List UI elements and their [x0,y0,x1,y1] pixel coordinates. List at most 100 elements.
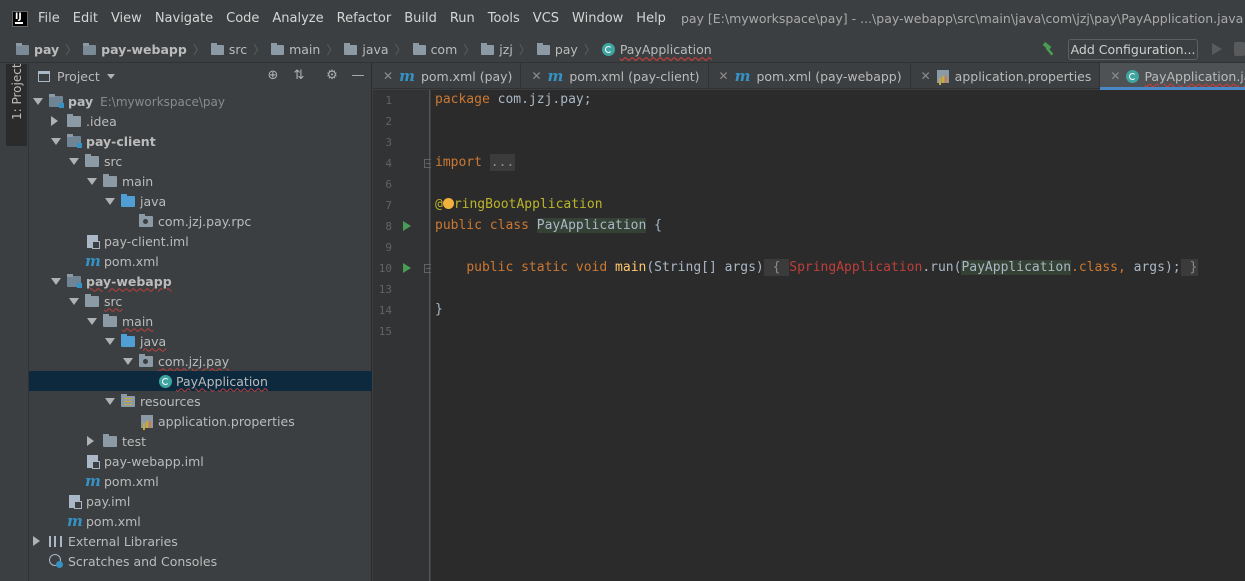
source-folder-icon [121,333,135,347]
menu-analyze[interactable]: Analyze [272,11,323,26]
tree-item-package[interactable]: com.jzj.pay [29,351,372,371]
tree-item-properties[interactable]: application.properties [29,411,372,431]
menu-refactor[interactable]: Refactor [337,11,392,26]
tree-item-src[interactable]: src [29,151,372,171]
tree-item-main[interactable]: main [29,171,372,191]
menu-run[interactable]: Run [450,11,475,26]
close-icon[interactable]: ✕ [383,69,393,83]
tree-item-pay-client[interactable]: pay-client [29,131,372,151]
expand-arrow-icon[interactable] [51,278,61,285]
tab-payapplication-java[interactable]: ✕ PayApplication.java [1100,63,1245,90]
tree-item-pom[interactable]: m pom.xml [29,511,372,531]
tree-item-iml-file[interactable]: pay-client.iml [29,231,372,251]
folded-body[interactable]: { [763,259,790,276]
expand-arrow-icon[interactable] [51,138,61,145]
close-icon[interactable]: ✕ [921,69,931,83]
folded-body[interactable]: } [1180,259,1199,276]
menu-navigate[interactable]: Navigate [155,11,213,26]
project-panel-title[interactable]: Project [57,69,100,84]
run-icon[interactable] [1212,43,1222,55]
hide-panel-icon[interactable]: — [351,69,365,83]
debug-icon[interactable] [1234,42,1245,56]
tree-item-external-libraries[interactable]: External Libraries [29,531,372,551]
tree-item-src[interactable]: src [29,291,372,311]
tab-pom-pay[interactable]: ✕ m pom.xml (pay) [373,63,522,89]
collapse-all-icon[interactable]: ⇅ [292,69,306,83]
project-tool-tab-label[interactable]: 1: Project [10,60,24,120]
tree-item-resources[interactable]: resources [29,391,372,411]
menu-help[interactable]: Help [636,11,666,26]
collapsed-arrow-icon[interactable] [87,436,94,446]
locate-target-icon[interactable]: ⊕ [266,69,280,83]
menu-window[interactable]: Window [572,11,623,26]
code-line[interactable]: public class PayApplication { [435,218,662,233]
tree-item-main[interactable]: main [29,311,372,331]
expand-arrow-icon[interactable] [69,158,79,165]
keyword: import [435,155,482,170]
menu-build[interactable]: Build [404,11,437,26]
tab-pom-pay-client[interactable]: ✕ m pom.xml (pay-client) [521,63,709,89]
tab-application-properties[interactable]: ✕ application.properties [911,63,1101,89]
breadcrumb-item-src[interactable]: src 〉 [210,41,265,58]
menu-tools[interactable]: Tools [488,11,520,26]
expand-arrow-icon[interactable] [87,178,97,185]
menu-file[interactable]: File [38,11,60,26]
collapsed-arrow-icon[interactable] [51,116,58,126]
breadcrumb-item-payapplication[interactable]: PayApplication [601,42,712,57]
tree-item-java[interactable]: java [29,331,372,351]
expand-arrow-icon[interactable] [105,198,115,205]
tree-item-payapplication[interactable]: PayApplication [29,371,372,391]
method-name: main [615,260,647,275]
tree-item-pay[interactable]: pay E:\myworkspace\pay [29,91,372,111]
tab-pom-pay-webapp[interactable]: ✕ m pom.xml (pay-webapp) [709,63,911,89]
tree-item-label: main [122,173,154,189]
menu-edit[interactable]: Edit [73,11,98,26]
run-gutter-icon[interactable] [403,263,411,273]
code-line[interactable]: } [435,302,443,317]
menu-code[interactable]: Code [226,11,259,26]
tree-item-test[interactable]: test [29,431,372,451]
run-gutter-icon[interactable] [403,221,411,231]
tree-item-java[interactable]: java [29,191,372,211]
close-icon[interactable]: ✕ [531,69,541,83]
close-icon[interactable]: ✕ [1110,69,1120,83]
expand-arrow-icon[interactable] [87,318,97,325]
expand-arrow-icon[interactable] [33,98,43,105]
menu-vcs[interactable]: VCS [533,11,559,26]
tree-item-package[interactable]: com.jzj.pay.rpc [29,211,372,231]
tree-item-idea[interactable]: .idea [29,111,372,131]
breadcrumb-item-jzj[interactable]: jzj 〉 [481,41,531,58]
properties-file-icon [141,414,153,428]
chevron-down-icon[interactable] [106,73,115,79]
build-hammer-icon[interactable] [1042,42,1056,56]
expand-arrow-icon[interactable] [69,298,79,305]
menu-view[interactable]: View [111,11,142,26]
breadcrumb-item-java[interactable]: java 〉 [344,41,407,58]
tree-item-pom[interactable]: m pom.xml [29,471,372,491]
breadcrumb-item-main[interactable]: main 〉 [271,41,338,58]
tree-item-iml-file[interactable]: pay-webapp.iml [29,451,372,471]
code-line[interactable]: @ ringBootApplication [435,197,603,212]
code-editor[interactable]: package com.jzj.pay; import ... @ ringBoo… [431,90,1245,581]
code-line[interactable]: public static void main(String[] args) {… [435,259,1199,276]
close-icon[interactable]: ✕ [719,69,729,83]
tree-item-iml-file[interactable]: pay.iml [29,491,372,511]
breadcrumb-item-pay-webapp[interactable]: pay-webapp 〉 [83,41,205,58]
class-name: PayApplication [536,218,647,233]
expand-arrow-icon[interactable] [123,358,133,365]
breadcrumb-item-pay-package[interactable]: pay 〉 [536,41,596,58]
breadcrumb-item-pay[interactable]: pay 〉 [16,41,77,58]
expand-arrow-icon[interactable] [105,398,115,405]
expand-arrow-icon[interactable] [105,338,115,345]
code-line[interactable]: import ... [435,154,516,171]
folded-imports[interactable]: ... [489,154,516,171]
add-configuration-button[interactable]: Add Configuration... [1068,39,1198,60]
tree-item-pom[interactable]: m pom.xml [29,251,372,271]
collapsed-arrow-icon[interactable] [33,536,40,546]
breadcrumb-item-com[interactable]: com 〉 [412,41,475,58]
tree-item-pay-webapp[interactable]: pay-webapp [29,271,372,291]
tree-item-scratches[interactable]: Scratches and Consoles [29,551,372,571]
lightbulb-icon[interactable] [442,198,454,209]
code-line[interactable]: package com.jzj.pay; [435,92,592,107]
gear-icon[interactable]: ⚙ [325,69,339,83]
